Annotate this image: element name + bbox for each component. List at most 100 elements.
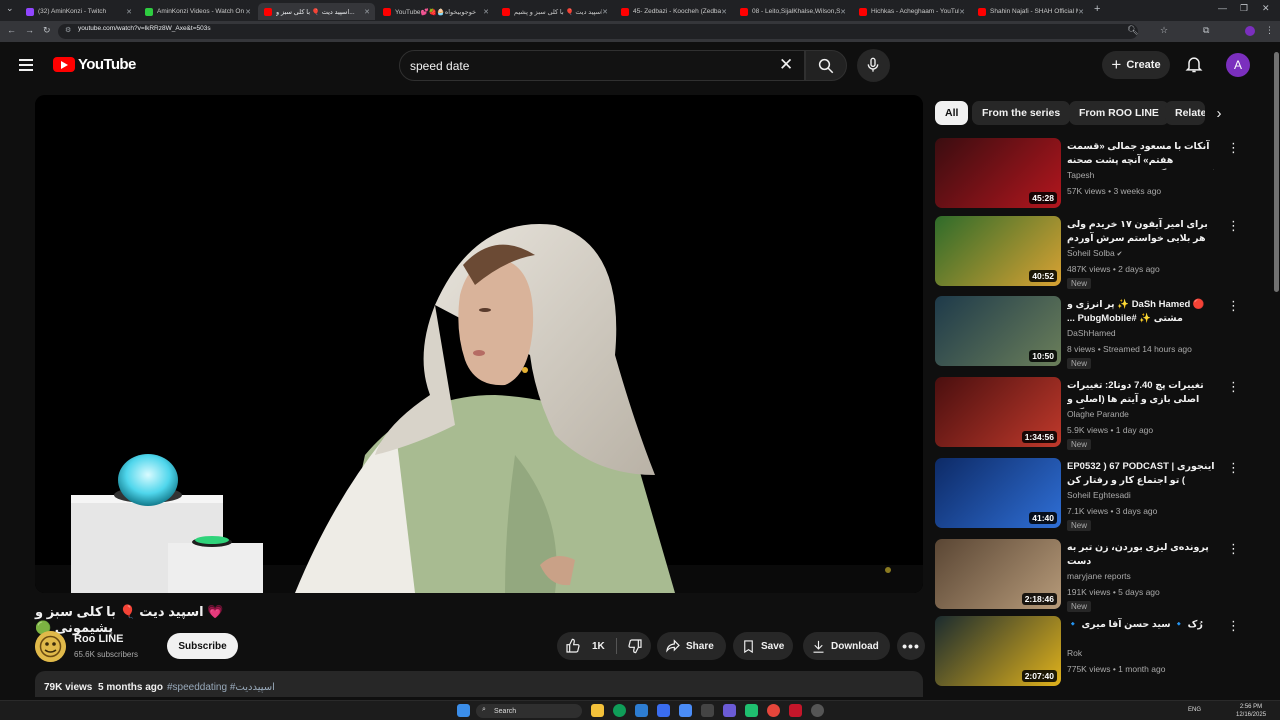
browser-tab[interactable]: Hichkas - Acheghaam - YouTube ✕ xyxy=(853,3,970,20)
more-vertical-icon[interactable]: ⋮ xyxy=(1227,460,1240,476)
minimize-icon[interactable]: — xyxy=(1218,3,1227,13)
recommended-video[interactable]: 45:28 آنکات با مسعود جمالی «قسمت هفتم» آن… xyxy=(935,138,1245,210)
browser-tab[interactable]: اسپید دیت 🎈 با کلی سبز و پشیم ✕ xyxy=(496,3,613,20)
browser-tab[interactable]: AminKonzi Videos - Watch On ✕ xyxy=(139,3,256,20)
app-icon-3[interactable] xyxy=(745,704,758,717)
site-info-icon[interactable]: ⚙ xyxy=(65,26,71,34)
file-explorer-icon[interactable] xyxy=(591,704,604,717)
tab-close-icon[interactable]: ✕ xyxy=(840,8,846,16)
bookmark-star-icon[interactable]: ☆ xyxy=(1160,25,1168,36)
app-icon-2[interactable] xyxy=(679,704,692,717)
app-icon-4[interactable] xyxy=(789,704,802,717)
search-input[interactable]: speed date xyxy=(410,59,469,73)
recommended-title[interactable]: رُک 🔹 سید حسن آقا میری 🔹 xyxy=(1067,618,1219,632)
recommended-video[interactable]: 40:52 برای امیر آیفون ۱۷ خریدم ولی هر بلا… xyxy=(935,216,1245,289)
subscribe-button[interactable]: Subscribe xyxy=(167,633,238,659)
recommended-channel[interactable]: Rok xyxy=(1067,648,1082,658)
more-vertical-icon[interactable]: ⋮ xyxy=(1227,298,1240,314)
video-thumbnail[interactable]: 10:50 xyxy=(935,296,1061,366)
video-thumbnail[interactable]: 2:07:40 xyxy=(935,616,1061,686)
more-vertical-icon[interactable]: ⋮ xyxy=(1227,140,1240,156)
media-icon[interactable] xyxy=(811,704,824,717)
close-window-icon[interactable]: ✕ xyxy=(1262,3,1270,14)
guide-menu-button[interactable] xyxy=(17,55,37,75)
browser-tab[interactable]: 45- Zedbazi - Koocheh (Zedbazi ✕ xyxy=(615,3,732,20)
recommended-video[interactable]: 2:07:40 رُک 🔹 سید حسن آقا میری 🔹 Rok 775K v… xyxy=(935,616,1245,688)
video-thumbnail[interactable]: 41:40 xyxy=(935,458,1061,528)
recommended-title[interactable]: آنکات با مسعود جمالی «قسمت هفتم» آنچه پش… xyxy=(1067,140,1219,170)
like-button[interactable]: 1K xyxy=(557,632,615,660)
browser-tab[interactable]: 08 - Leito,SijalKhalse,Wilson,Sci ✕ xyxy=(734,3,851,20)
recommended-title[interactable]: پرونده‌ی لیزی بوردن، زن تبر به دست xyxy=(1067,541,1219,569)
recommended-video[interactable]: 1:34:56 تغییرات پچ 7.40 دوتا2: تغییرات اص… xyxy=(935,377,1245,450)
tab-close-icon[interactable]: ✕ xyxy=(959,8,965,16)
browser-menu-icon[interactable]: ⋮ xyxy=(1265,25,1274,36)
edge-icon[interactable] xyxy=(613,704,626,717)
search-box[interactable]: speed date ✕ xyxy=(399,50,805,81)
more-vertical-icon[interactable]: ⋮ xyxy=(1227,618,1240,634)
download-button[interactable]: Download xyxy=(803,632,890,660)
profile-avatar[interactable] xyxy=(1245,26,1255,36)
start-icon[interactable] xyxy=(457,704,470,717)
tab-close-icon[interactable]: ✕ xyxy=(483,8,489,16)
recommended-video[interactable]: 10:50 🔴 DaSh Hamed ✨ پر انرژی و مشتی ✨ #P… xyxy=(935,296,1245,369)
create-button[interactable]: + Create xyxy=(1102,51,1170,79)
chip-related[interactable]: Related xyxy=(1165,101,1205,125)
new-tab-button[interactable]: + xyxy=(1094,3,1100,15)
channel-avatar[interactable] xyxy=(35,631,66,662)
recommended-channel[interactable]: Olaghe Parande xyxy=(1067,409,1129,419)
store-icon[interactable] xyxy=(635,704,648,717)
input-language[interactable]: ENG xyxy=(1188,707,1201,713)
dislike-button[interactable] xyxy=(619,632,651,660)
share-button[interactable]: Share xyxy=(657,632,726,660)
page-scrollbar[interactable] xyxy=(1272,42,1280,700)
tab-close-icon[interactable]: ✕ xyxy=(602,8,608,16)
channel-name[interactable]: Roo LINE xyxy=(74,633,124,645)
more-vertical-icon[interactable]: ⋮ xyxy=(1227,218,1240,234)
browser-tab[interactable]: Shahin Najafi - SHAH Official M ✕ xyxy=(972,3,1089,20)
browser-tab[interactable]: اسپید دیت 🎈 با کلی سبز و... ✕ xyxy=(258,3,375,20)
recommended-title[interactable]: برای امیر آیفون ۱۷ خریدم ولی هر بلایی خو… xyxy=(1067,218,1219,248)
chip-from-channel[interactable]: From ROO LINE xyxy=(1069,101,1169,125)
scrollbar-thumb[interactable] xyxy=(1274,52,1279,292)
youtube-logo[interactable]: YouTube xyxy=(53,56,136,74)
tab-search-icon[interactable]: ⌄ xyxy=(6,3,14,14)
reload-icon[interactable]: ↻ xyxy=(43,25,51,36)
description-box[interactable]: 79K views 5 months ago #speeddating #اسپ… xyxy=(35,671,923,697)
system-clock[interactable]: 2:56 PM 12/16/2025 xyxy=(1236,703,1266,719)
tab-close-icon[interactable]: ✕ xyxy=(245,8,251,16)
more-vertical-icon[interactable]: ⋮ xyxy=(1227,379,1240,395)
back-icon[interactable]: ← xyxy=(7,25,16,35)
tab-close-icon[interactable]: ✕ xyxy=(1078,8,1084,16)
recommended-channel[interactable]: maryjane reports xyxy=(1067,571,1131,581)
more-actions-button[interactable]: ••• xyxy=(897,632,925,660)
video-thumbnail[interactable]: 2:18:46 xyxy=(935,539,1061,609)
notifications-button[interactable] xyxy=(1184,54,1206,76)
tab-close-icon[interactable]: ✕ xyxy=(721,8,727,16)
chip-all[interactable]: All xyxy=(935,101,969,125)
forward-icon[interactable]: → xyxy=(25,25,34,35)
maximize-icon[interactable]: ❐ xyxy=(1240,3,1248,14)
address-bar[interactable]: ⚙ xyxy=(58,24,1138,39)
video-thumbnail[interactable]: 40:52 xyxy=(935,216,1061,286)
recommended-channel[interactable]: Soheil Solba ✔ xyxy=(1067,248,1123,258)
recommended-video[interactable]: 2:18:46 پرونده‌ی لیزی بوردن، زن تبر به دس… xyxy=(935,539,1245,612)
app-icon-1[interactable] xyxy=(657,704,670,717)
video-thumbnail[interactable]: 1:34:56 xyxy=(935,377,1061,447)
recommended-title[interactable]: 🔴 DaSh Hamed ✨ پر انرژی و مشتی ✨ #PubgMo… xyxy=(1067,298,1219,326)
clear-search-icon[interactable]: ✕ xyxy=(779,55,793,75)
browser-tab[interactable]: YouTube💕🍓🧁خوجوبیخواه ✕ xyxy=(377,3,494,20)
tab-close-icon[interactable]: ✕ xyxy=(364,8,370,16)
chevron-right-icon[interactable]: › xyxy=(1207,101,1231,125)
video-thumbnail[interactable]: 45:28 xyxy=(935,138,1061,208)
extensions-icon[interactable]: ⧉ xyxy=(1203,25,1209,36)
hashtags[interactable]: #speeddating #اسپیددیت xyxy=(167,682,275,693)
recommended-channel[interactable]: DaShHamed xyxy=(1067,328,1116,338)
terminal-icon[interactable] xyxy=(701,704,714,717)
chip-from-the-series[interactable]: From the series xyxy=(972,101,1071,125)
chrome-icon[interactable] xyxy=(767,704,780,717)
zoom-icon[interactable]: 🔍︎ xyxy=(1127,25,1138,36)
recommended-channel[interactable]: Tapesh xyxy=(1067,170,1094,180)
discord-icon[interactable] xyxy=(723,704,736,717)
video-player[interactable] xyxy=(35,95,923,593)
